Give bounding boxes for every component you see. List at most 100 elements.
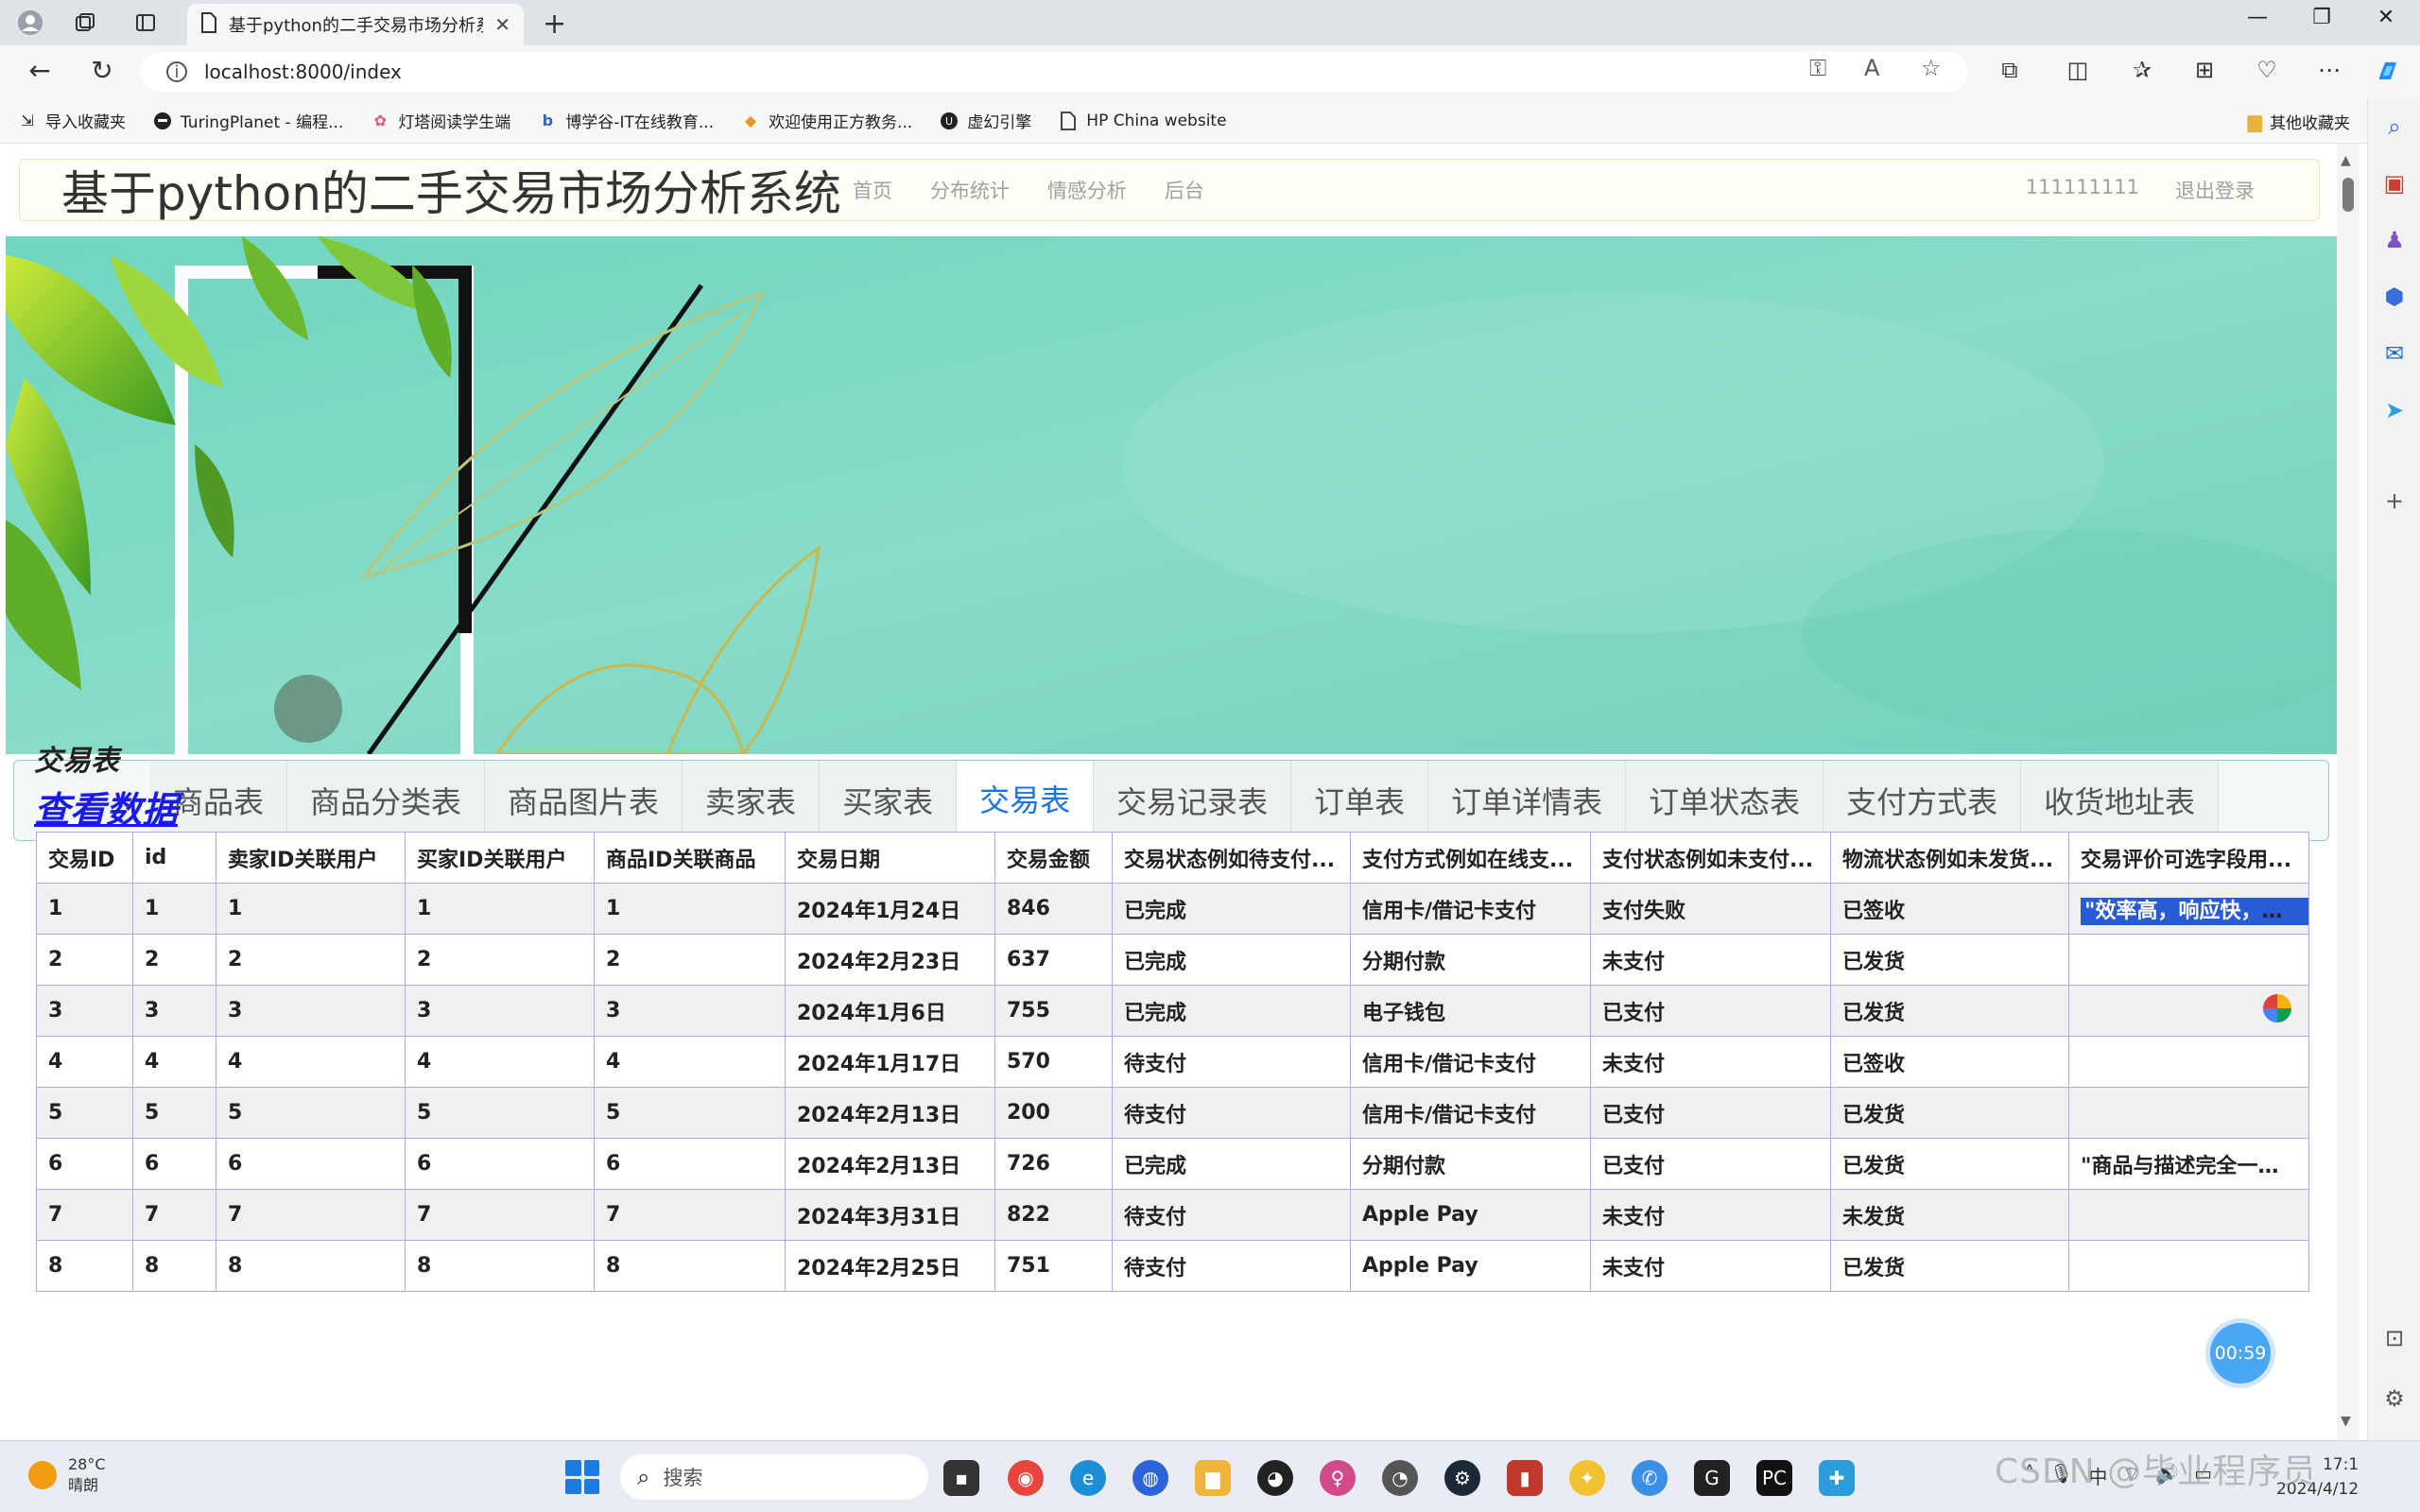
app-icon[interactable]: ♀ bbox=[1320, 1460, 1356, 1496]
tab-payment-methods[interactable]: 支付方式表 bbox=[1824, 761, 2022, 840]
steam-icon[interactable]: ⚙ bbox=[1444, 1460, 1480, 1496]
table-cell: 5 bbox=[36, 1087, 133, 1139]
bookmark-import[interactable]: ⇲ 导入收藏夹 bbox=[17, 109, 126, 132]
minimize-icon[interactable]: — bbox=[2229, 6, 2286, 29]
scroll-thumb[interactable] bbox=[2342, 178, 2354, 212]
bookmark-turingplanet[interactable]: TuringPlanet - 编程... bbox=[152, 109, 343, 132]
new-tab-icon[interactable]: + bbox=[543, 8, 566, 41]
tab-goods-category[interactable]: 商品分类表 bbox=[287, 761, 486, 840]
table-row: 8 8 8 8 8 2024年2月25日 751 待支付 Apple Pay 未支付 已发货 bbox=[36, 1240, 2309, 1292]
table-cell: 未支付 bbox=[1590, 1240, 1831, 1292]
more-menu-icon[interactable]: ⋯ bbox=[2312, 57, 2346, 83]
tab-transaction-records[interactable]: 交易记录表 bbox=[1094, 761, 1292, 840]
column-header: 买家ID关联用户 bbox=[405, 832, 595, 884]
site-title: 基于python的二手交易市场分析系统 bbox=[61, 166, 841, 221]
bookmark-zhengfang[interactable]: ◆ 欢迎使用正方教务... bbox=[740, 109, 912, 132]
table-cell: 6 bbox=[216, 1138, 406, 1190]
tab-sellers[interactable]: 卖家表 bbox=[683, 761, 821, 840]
games-icon[interactable]: ♟ bbox=[2368, 227, 2420, 253]
drop-icon[interactable]: ➤ bbox=[2368, 397, 2420, 423]
floating-assistant-icon[interactable] bbox=[2263, 994, 2291, 1022]
nav-sentiment[interactable]: 情感分析 bbox=[1047, 176, 1127, 204]
boxuegu-icon: b bbox=[542, 112, 554, 129]
table-cell: 已完成 bbox=[1112, 883, 1351, 935]
tools-icon[interactable]: ▣ bbox=[2368, 170, 2420, 197]
app-icon[interactable]: ▮ bbox=[1507, 1460, 1543, 1496]
chrome-icon[interactable]: ◉ bbox=[1008, 1460, 1044, 1496]
workspaces-icon[interactable] bbox=[70, 8, 100, 38]
close-window-icon[interactable]: ✕ bbox=[2358, 6, 2414, 29]
active-browser-tab[interactable]: 基于python的二手交易市场分析系 ✕ bbox=[187, 4, 524, 45]
app-icon[interactable]: ✚ bbox=[1819, 1460, 1855, 1496]
edge-icon[interactable]: e bbox=[1070, 1460, 1106, 1496]
tab-order-details[interactable]: 订单详情表 bbox=[1428, 761, 1627, 840]
back-icon[interactable]: ← bbox=[21, 55, 59, 86]
favorites-icon[interactable]: ✰ bbox=[2125, 57, 2159, 83]
key-icon[interactable]: ⚿ bbox=[1809, 55, 1826, 81]
file-explorer-icon[interactable]: ▆ bbox=[1195, 1460, 1231, 1496]
site-info-icon[interactable]: i bbox=[166, 61, 187, 82]
view-data-link[interactable]: 查看数据 bbox=[34, 781, 178, 833]
close-tab-icon[interactable]: ✕ bbox=[494, 13, 510, 36]
split-screen-icon[interactable]: ◫ bbox=[2061, 57, 2095, 83]
copilot-icon[interactable] bbox=[2371, 57, 2405, 91]
collections-icon[interactable]: ⊞ bbox=[2187, 57, 2221, 83]
app-icon[interactable]: ◍ bbox=[1132, 1460, 1168, 1496]
username[interactable]: 111111111 bbox=[2026, 176, 2139, 204]
column-header: 交易评价可选字段用... bbox=[2068, 832, 2309, 884]
hide-sidebar-icon[interactable]: ⊡ bbox=[2368, 1325, 2420, 1351]
task-view-icon[interactable]: ▪ bbox=[943, 1460, 979, 1496]
tab-order-status[interactable]: 订单状态表 bbox=[1626, 761, 1824, 840]
table-cell: 2 bbox=[216, 934, 406, 986]
bookmark-hp[interactable]: HP China website bbox=[1058, 111, 1227, 131]
nav-home[interactable]: 首页 bbox=[853, 176, 892, 204]
tab-shipping-address[interactable]: 收货地址表 bbox=[2021, 761, 2220, 840]
other-bookmarks-folder[interactable]: ▆ 其他收藏夹 bbox=[2248, 98, 2350, 144]
table-cell: 未支付 bbox=[1590, 934, 1831, 986]
scroll-up-icon[interactable]: ▲ bbox=[2341, 153, 2351, 168]
tab-orders[interactable]: 订单表 bbox=[1291, 761, 1429, 840]
tab-transactions[interactable]: 交易表 bbox=[957, 761, 1095, 840]
settings-gear-icon[interactable]: ⚙ bbox=[2368, 1385, 2420, 1412]
table-cell: 4 bbox=[594, 1036, 786, 1088]
nav-distribution[interactable]: 分布统计 bbox=[930, 176, 1010, 204]
microsoft-365-icon[interactable]: ⬢ bbox=[2368, 284, 2420, 310]
page-scrollbar[interactable]: ▲ ▼ bbox=[2337, 144, 2360, 1440]
search-icon[interactable]: ⌕ bbox=[2368, 113, 2420, 140]
logout-link[interactable]: 退出登录 bbox=[2175, 176, 2255, 204]
refresh-icon[interactable]: ↻ bbox=[83, 55, 121, 86]
bookmark-unreal[interactable]: U 虚幻引擎 bbox=[939, 109, 1031, 132]
chat-icon[interactable]: ✆ bbox=[1632, 1460, 1668, 1496]
tab-goods-images[interactable]: 商品图片表 bbox=[485, 761, 683, 840]
app-icon[interactable]: ◔ bbox=[1382, 1460, 1418, 1496]
extensions-icon[interactable]: ⧉ bbox=[1993, 57, 2027, 83]
pycharm-icon[interactable]: PC bbox=[1756, 1460, 1792, 1496]
qq-icon[interactable]: ◕ bbox=[1257, 1460, 1293, 1496]
start-button-icon[interactable] bbox=[565, 1460, 599, 1494]
outlook-icon[interactable]: ✉ bbox=[2368, 340, 2420, 367]
add-sidebar-icon[interactable]: + bbox=[2368, 488, 2420, 514]
tab-buyers[interactable]: 买家表 bbox=[820, 761, 958, 840]
recording-timer[interactable]: 00:59 bbox=[2210, 1323, 2271, 1383]
table-cell: 已签收 bbox=[1830, 883, 2069, 935]
address-bar[interactable]: i localhost:8000/index bbox=[140, 52, 1968, 92]
app-icon[interactable]: G bbox=[1694, 1460, 1730, 1496]
weather-widget[interactable]: 28°C 晴朗 bbox=[28, 1454, 106, 1496]
table-cell: 7 bbox=[216, 1189, 406, 1241]
bookmark-boxuegu[interactable]: b 博学谷-IT在线教育... bbox=[537, 109, 714, 132]
site-header: 基于python的二手交易市场分析系统 首页 分布统计 情感分析 后台 1111… bbox=[19, 159, 2320, 221]
table-tabs-panel: 商品表 商品分类表 商品图片表 卖家表 买家表 交易表 交易记录表 订单表 订单… bbox=[13, 760, 2329, 841]
bookmark-dengta[interactable]: ✿ 灯塔阅读学生端 bbox=[370, 109, 511, 132]
tab-actions-icon[interactable] bbox=[130, 8, 161, 38]
table-cell: 6 bbox=[594, 1138, 786, 1190]
scroll-down-icon[interactable]: ▼ bbox=[2341, 1414, 2351, 1429]
app-icon[interactable]: ✦ bbox=[1569, 1460, 1605, 1496]
nav-admin[interactable]: 后台 bbox=[1165, 176, 1204, 204]
restore-icon[interactable]: ❐ bbox=[2293, 6, 2350, 29]
profile-icon[interactable] bbox=[15, 8, 45, 38]
browser-essentials-icon[interactable]: ♡ bbox=[2250, 57, 2284, 83]
favorite-star-icon[interactable]: ☆ bbox=[1921, 55, 1942, 81]
read-aloud-icon[interactable]: A bbox=[1864, 55, 1879, 81]
column-header: 卖家ID关联用户 bbox=[216, 832, 406, 884]
taskbar-search[interactable]: ⌕ 搜索 bbox=[620, 1454, 928, 1500]
